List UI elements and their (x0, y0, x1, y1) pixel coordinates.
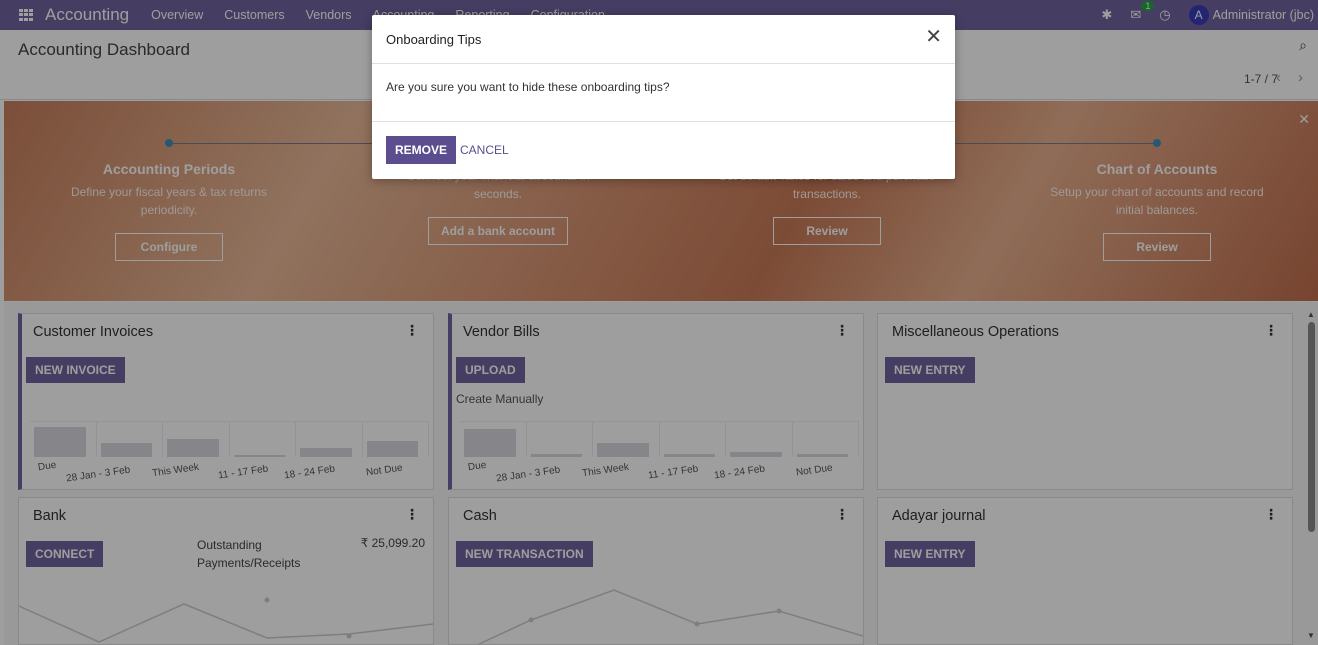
cancel-button[interactable]: CANCEL (460, 143, 509, 157)
onboarding-tips-dialog: Onboarding Tips ✕ Are you sure you want … (372, 15, 955, 179)
close-icon[interactable]: ✕ (925, 27, 942, 47)
modal-title: Onboarding Tips (386, 32, 482, 47)
modal-header: Onboarding Tips ✕ (372, 15, 955, 64)
modal-footer: REMOVE CANCEL (372, 122, 955, 178)
modal-body: Are you sure you want to hide these onbo… (372, 64, 955, 122)
remove-button[interactable]: REMOVE (386, 136, 457, 164)
modal-message: Are you sure you want to hide these onbo… (386, 80, 670, 94)
